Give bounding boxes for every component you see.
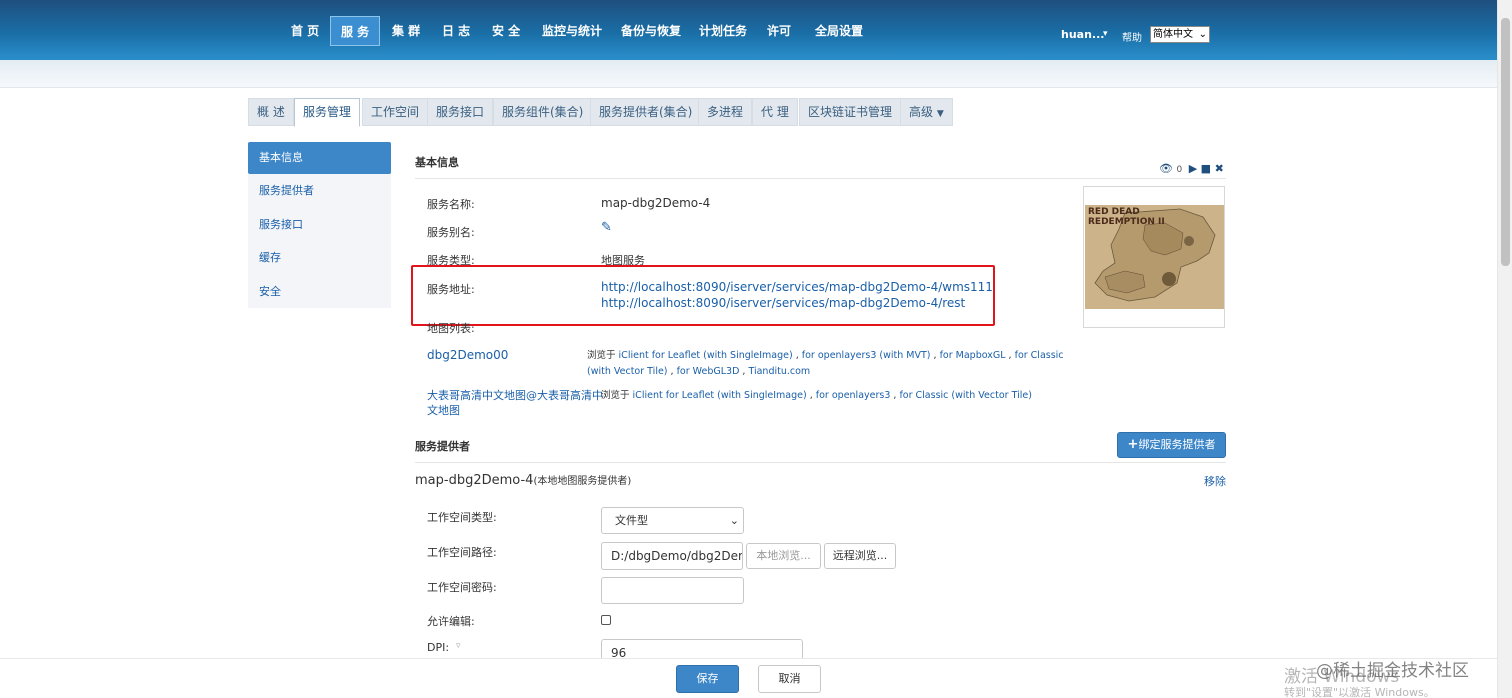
tab-service-components[interactable]: 服务组件(集合): [493, 98, 593, 126]
section-title-basic-info: 基本信息: [415, 156, 459, 169]
map-link-big-brother-hd[interactable]: 大表哥高清中文地图@大表哥高清中 文地图: [427, 388, 603, 418]
nav-home[interactable]: 首 页: [281, 16, 329, 46]
workspace-type-label: 工作空间类型:: [427, 511, 497, 524]
browse-prefix: 浏览于: [601, 390, 630, 401]
nav-cluster[interactable]: 集 群: [382, 16, 430, 46]
remove-provider-link[interactable]: 移除: [1204, 473, 1226, 489]
tab-advanced-label: 高级: [909, 105, 934, 119]
scrollbar-thumb[interactable]: [1501, 18, 1510, 266]
caret-down-icon: ▼: [936, 109, 944, 119]
workspace-type-value: 文件型: [615, 514, 648, 527]
windows-activation-hint: 转到"设置"以激活 Windows。: [1284, 686, 1435, 698]
nav-security[interactable]: 安 全: [482, 16, 530, 46]
bind-provider-button[interactable]: +绑定服务提供者: [1117, 432, 1226, 458]
divider: [415, 462, 1226, 463]
tab-overview[interactable]: 概 述: [248, 98, 294, 126]
map-preview[interactable]: RED DEAD REDEMPTION II: [1083, 186, 1225, 328]
tab-proxy[interactable]: 代 理: [752, 98, 798, 126]
chevron-down-icon: ⌄: [1198, 29, 1207, 40]
side-item-service-interface[interactable]: 服务接口: [248, 209, 391, 241]
top-nav: 首 页 服 务 集 群 日 志 安 全 监控与统计 备份与恢复 计划任务 许可 …: [0, 0, 1497, 60]
service-alias-label: 服务别名:: [427, 226, 475, 239]
nav-backup[interactable]: 备份与恢复: [611, 16, 691, 46]
workspace-path-label: 工作空间路径:: [427, 546, 497, 559]
map-list-label: 地图列表:: [427, 322, 475, 335]
user-menu[interactable]: huan...: [1061, 28, 1104, 41]
service-name-label: 服务名称:: [427, 198, 475, 211]
section-title-service-provider: 服务提供者: [415, 440, 470, 453]
tab-multi-process[interactable]: 多进程: [698, 98, 753, 126]
view-count: 0: [1176, 165, 1183, 175]
map-thumbnail-title: RED DEAD REDEMPTION II: [1088, 207, 1165, 227]
tab-blockchain-cert[interactable]: 区块链证书管理: [799, 98, 902, 126]
browse-prefix: 浏览于: [587, 350, 616, 361]
language-select-value: 简体中文: [1153, 29, 1193, 40]
side-item-cache[interactable]: 缓存: [248, 242, 391, 274]
local-browse-button[interactable]: 本地浏览...: [746, 543, 821, 569]
help-link[interactable]: 帮助: [1122, 29, 1142, 44]
footer-bar: 保存 取消: [0, 658, 1497, 698]
side-item-service-provider[interactable]: 服务提供者: [248, 175, 391, 207]
workspace-type-select[interactable]: 文件型 ⌄: [601, 507, 744, 534]
nav-services[interactable]: 服 务: [330, 16, 381, 46]
page-scrollbar[interactable]: [1497, 0, 1512, 698]
close-icon[interactable]: ✖: [1215, 162, 1224, 175]
info-icon[interactable]: ▿: [456, 641, 461, 651]
browse-link-openlayers3[interactable]: for openlayers3: [816, 390, 891, 401]
nav-license[interactable]: 许可: [757, 16, 801, 46]
nav-logs[interactable]: 日 志: [432, 16, 480, 46]
tab-service-providers[interactable]: 服务提供者(集合): [590, 98, 702, 126]
map-thumbnail: RED DEAD REDEMPTION II: [1085, 205, 1224, 309]
browse-link-mapboxgl[interactable]: for MapboxGL: [940, 350, 1006, 361]
nav-scheduled-tasks[interactable]: 计划任务: [689, 16, 757, 46]
cancel-button[interactable]: 取消: [758, 665, 821, 693]
stop-icon[interactable]: ■: [1201, 162, 1211, 175]
divider: [415, 178, 1226, 179]
workspace-path-input[interactable]: D:/dbgDemo/dbg2Den: [601, 542, 743, 570]
map-link-line2: 文地图: [427, 404, 460, 417]
allow-edit-checkbox[interactable]: [601, 615, 611, 625]
nav-monitoring[interactable]: 监控与统计: [532, 16, 612, 46]
preview-toolbar: 👁 0 ▶ ■ ✖: [1159, 162, 1224, 175]
browse-link-leaflet[interactable]: iClient for Leaflet (with SingleImage): [619, 350, 793, 361]
chevron-down-icon: ⌄: [729, 514, 739, 527]
sub-bar: [0, 60, 1497, 88]
provider-type-note: (本地地图服务提供者): [533, 476, 632, 487]
service-name-value: map-dbg2Demo-4: [601, 196, 711, 210]
caret-down-icon[interactable]: ▾: [1103, 29, 1108, 39]
bind-provider-label: 绑定服务提供者: [1138, 438, 1216, 451]
provider-name: map-dbg2Demo-4: [415, 473, 534, 488]
map-browse-links-1: 浏览于 iClient for Leaflet (with SingleImag…: [587, 350, 1064, 377]
save-button[interactable]: 保存: [676, 665, 739, 693]
edit-icon[interactable]: ✎: [601, 220, 612, 235]
tab-workspace[interactable]: 工作空间: [362, 98, 429, 126]
provider-title: map-dbg2Demo-4(本地地图服务提供者): [415, 472, 631, 488]
side-item-security[interactable]: 安全: [248, 276, 391, 308]
tab-service-management[interactable]: 服务管理: [294, 98, 361, 127]
browse-link-leaflet[interactable]: iClient for Leaflet (with SingleImage): [633, 390, 807, 401]
play-icon[interactable]: ▶: [1189, 162, 1197, 175]
map-link-line1: 大表哥高清中文地图@大表哥高清中: [427, 389, 603, 402]
highlight-box: [411, 265, 995, 326]
nav-global-settings[interactable]: 全局设置: [805, 16, 873, 46]
browse-link-classic-vector[interactable]: for Classic (with Vector Tile): [899, 390, 1031, 401]
map-link-dbg2demo00[interactable]: dbg2Demo00: [427, 348, 508, 362]
dpi-label: DPI:: [427, 641, 450, 654]
browse-link-openlayers-mvt[interactable]: for openlayers3 (with MVT): [802, 350, 931, 361]
eye-icon: 👁: [1159, 162, 1173, 175]
browse-link-webgl3d[interactable]: for WebGL3D: [677, 366, 740, 377]
plus-icon: +: [1127, 437, 1139, 452]
tab-service-interface[interactable]: 服务接口: [427, 98, 494, 126]
workspace-password-label: 工作空间密码:: [427, 581, 497, 594]
map-browse-links-2: 浏览于 iClient for Leaflet (with SingleImag…: [601, 390, 1032, 401]
workspace-password-input[interactable]: [601, 577, 744, 604]
allow-edit-label: 允许编辑:: [427, 615, 475, 628]
remote-browse-button[interactable]: 远程浏览...: [824, 543, 896, 569]
side-item-basic-info[interactable]: 基本信息: [248, 142, 391, 174]
browse-link-tianditu[interactable]: Tianditu.com: [748, 366, 810, 377]
language-select[interactable]: 简体中文 ⌄: [1150, 26, 1210, 43]
juejin-watermark: @稀土掘金技术社区: [1316, 661, 1469, 681]
tab-advanced[interactable]: 高级 ▼: [900, 98, 953, 126]
side-menu: 基本信息 服务提供者 服务接口 缓存 安全: [248, 142, 391, 308]
